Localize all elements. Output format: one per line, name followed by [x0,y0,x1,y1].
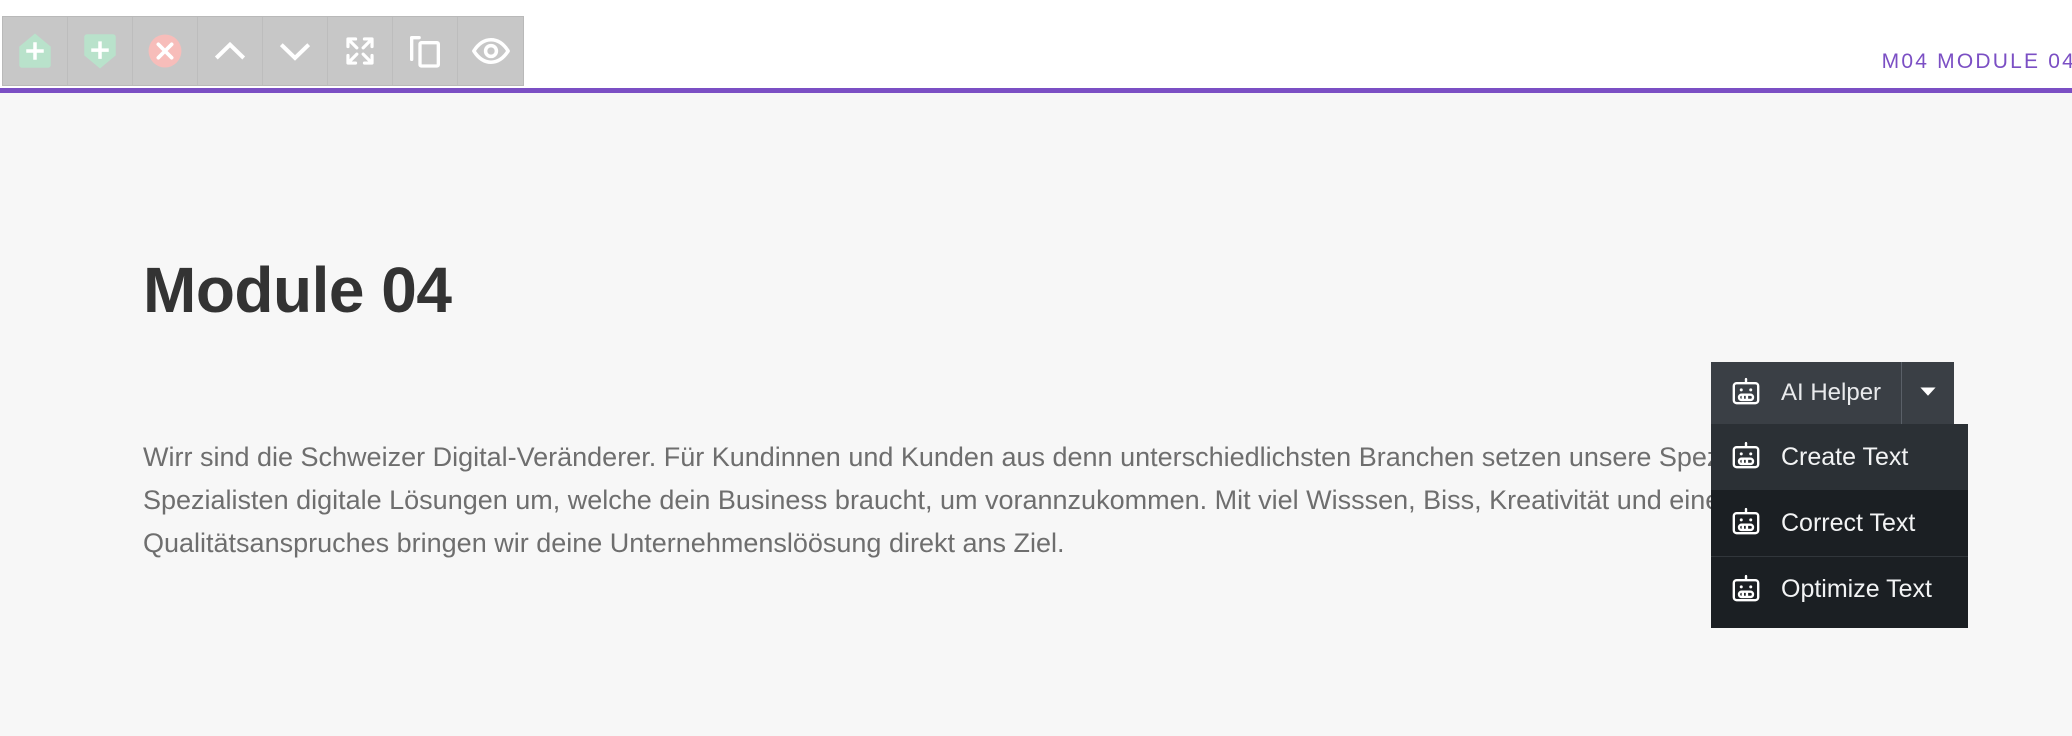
close-circle-icon [144,30,186,72]
editor-top-bar: M04 MODULE 04 [0,0,2072,93]
module-tag-label: M04 MODULE 04 [1881,50,2072,73]
ai-helper-label: AI Helper [1781,379,1882,406]
ai-helper-menu: Create Text Correct Text Optimize Text [1711,424,1968,628]
menu-item-optimize-text[interactable]: Optimize Text [1711,556,1968,622]
eye-icon [470,30,512,72]
expand-arrows-icon [341,32,379,70]
menu-item-label: Create Text [1781,442,1909,471]
expand-block-button[interactable] [328,17,393,85]
caret-down-icon [1915,378,1941,409]
robot-icon [1727,438,1765,476]
chevron-down-icon [274,30,316,72]
menu-item-label: Correct Text [1781,508,1916,537]
ai-helper-dropdown-toggle[interactable] [1901,362,1954,424]
duplicate-block-button[interactable] [393,17,458,85]
robot-icon [1727,504,1765,542]
menu-item-create-text[interactable]: Create Text [1711,424,1968,490]
ai-helper-button[interactable]: AI Helper [1711,362,1901,424]
add-below-pentagon-icon [79,30,121,72]
page-title: Module 04 [143,254,452,326]
add-block-above-button[interactable] [3,17,68,85]
delete-block-button[interactable] [133,17,198,85]
block-toolbar [2,16,524,86]
copy-icon [405,31,445,71]
chevron-up-icon [209,30,251,72]
ai-helper-button-group: AI Helper [1711,362,1955,424]
move-block-up-button[interactable] [198,17,263,85]
menu-item-label: Optimize Text [1781,575,1932,603]
add-above-pentagon-icon [14,30,56,72]
menu-item-correct-text[interactable]: Correct Text [1711,490,1968,556]
move-block-down-button[interactable] [263,17,328,85]
add-block-below-button[interactable] [68,17,133,85]
preview-block-button[interactable] [458,17,523,85]
robot-icon [1727,374,1765,412]
robot-icon [1727,571,1765,609]
